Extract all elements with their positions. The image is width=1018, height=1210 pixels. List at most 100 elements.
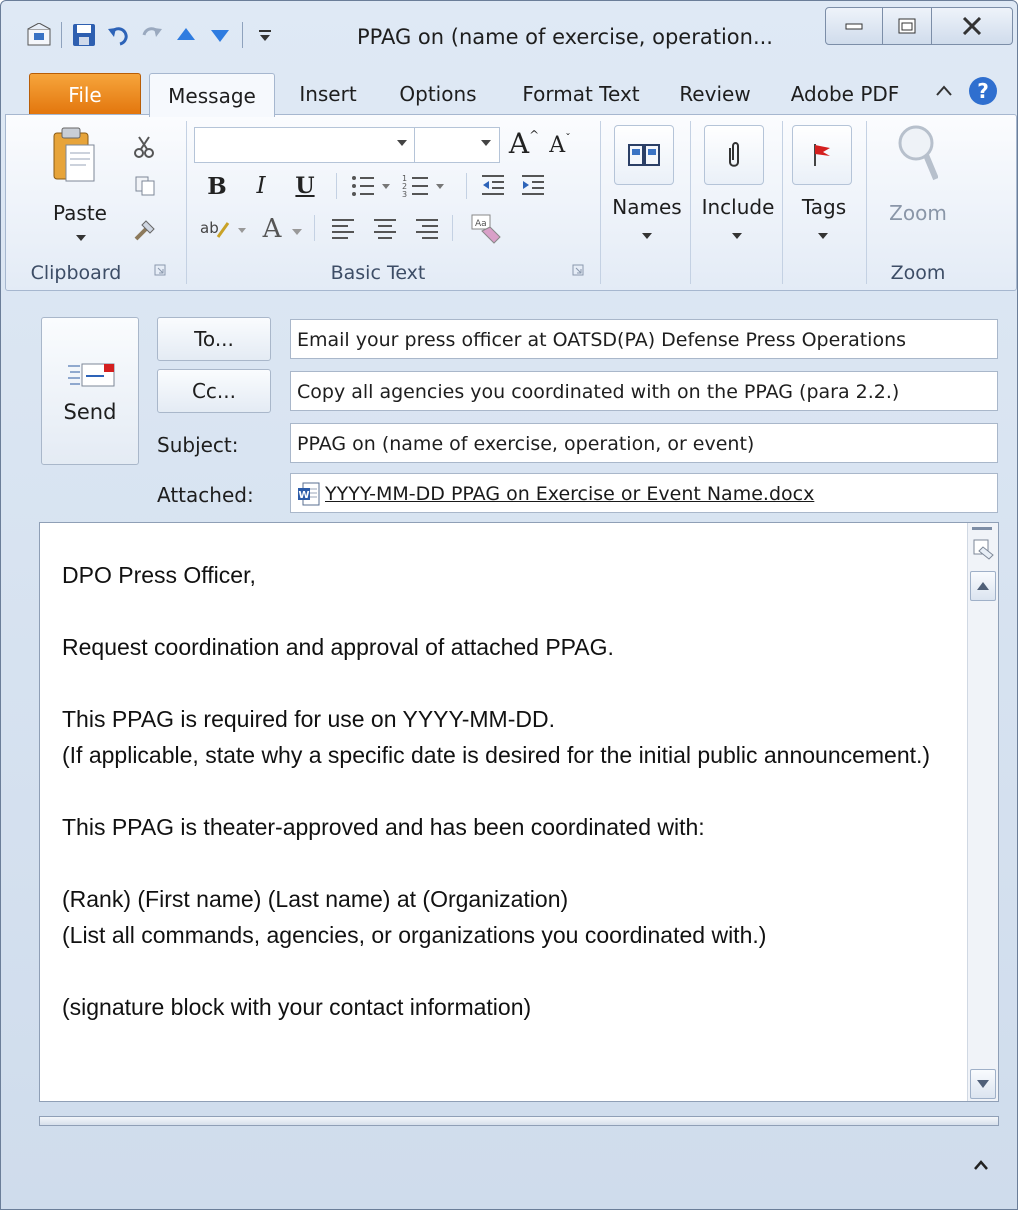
flag-icon — [814, 144, 830, 166]
copy-icon[interactable] — [134, 175, 156, 201]
zoom-label: Zoom — [889, 201, 947, 225]
include-dropdown-icon[interactable] — [732, 233, 742, 239]
font-name-combo[interactable] — [194, 127, 416, 163]
attached-label: Attached: — [157, 483, 254, 507]
include-group: Include — [692, 115, 784, 290]
chevron-down-icon — [977, 1080, 989, 1088]
tab-format-text[interactable]: Format Text — [507, 73, 655, 115]
outlook-app-icon[interactable] — [25, 21, 53, 49]
svg-text:3: 3 — [402, 190, 407, 199]
align-center-icon[interactable] — [372, 217, 398, 245]
font-size-combo[interactable] — [414, 127, 500, 163]
body-greeting: DPO Press Officer, — [62, 562, 256, 588]
subject-field[interactable]: PPAG on (name of exercise, operation, or… — [290, 423, 998, 463]
zoom-icon[interactable] — [896, 123, 939, 187]
include-label: Include — [701, 195, 775, 219]
chevron-up-icon — [977, 582, 989, 590]
clipboard-launcher-icon[interactable] — [154, 261, 166, 280]
highlight-icon[interactable]: ab — [200, 215, 250, 247]
tab-adobe-pdf[interactable]: Adobe PDF — [777, 73, 913, 115]
format-painter-icon[interactable] — [132, 217, 158, 247]
shrink-font-button[interactable]: Aˇ — [544, 129, 576, 161]
cc-button[interactable]: Cc... — [157, 369, 271, 413]
previous-item-icon[interactable] — [172, 21, 200, 49]
bold-button[interactable]: B — [202, 171, 232, 201]
maximize-button[interactable] — [882, 7, 932, 45]
basic-text-group-label: Basic Text — [330, 262, 426, 284]
svg-text:ab: ab — [200, 219, 219, 237]
customize-qat-icon[interactable] — [251, 21, 279, 49]
tags-label: Tags — [801, 195, 847, 219]
to-button[interactable]: To... — [157, 317, 271, 361]
to-field[interactable]: Email your press officer at OATSD(PA) De… — [290, 319, 998, 359]
basic-text-group: A ^ Aˇ B I U 123 ab A Aa Basic Text — [188, 115, 598, 290]
ribbon: Paste Clipboard A ^ Aˇ B I U 1 2 3 ab A … — [5, 114, 1017, 291]
address-book-icon — [628, 144, 660, 166]
basic-text-launcher-icon[interactable] — [572, 261, 584, 280]
next-item-icon[interactable] — [206, 21, 234, 49]
splitter-handle[interactable] — [972, 527, 992, 530]
paste-icon[interactable] — [52, 125, 96, 189]
body-paragraph: This PPAG is required for use on YYYY-MM… — [62, 706, 931, 768]
underline-button[interactable]: U — [290, 171, 320, 201]
attach-file-button[interactable] — [704, 125, 764, 185]
italic-button[interactable]: I — [246, 171, 276, 201]
tab-file[interactable]: File — [29, 73, 141, 116]
message-header: Send To... Cc... Subject: Attached: Emai… — [5, 291, 1015, 519]
people-pane-splitter[interactable] — [39, 1116, 999, 1126]
window-title: PPAG on (name of exercise, operation... — [357, 25, 773, 49]
cut-icon[interactable] — [132, 135, 156, 163]
ruler-toggle-icon[interactable] — [971, 537, 995, 565]
font-color-button[interactable]: A — [258, 213, 286, 245]
cc-field[interactable]: Copy all agencies you coordinated with o… — [290, 371, 998, 411]
body-paragraph: (signature block with your contact infor… — [62, 994, 532, 1020]
tab-message[interactable]: Message — [149, 73, 275, 117]
body-paragraph: Request coordination and approval of att… — [62, 634, 614, 660]
paperclip-icon — [729, 142, 739, 167]
minimize-button[interactable] — [825, 7, 883, 45]
help-icon[interactable]: ? — [967, 67, 999, 115]
send-button[interactable]: Send — [41, 317, 139, 465]
bullets-icon[interactable] — [350, 173, 392, 203]
numbering-icon[interactable]: 123 — [402, 173, 448, 203]
chevron-down-icon — [481, 140, 491, 146]
follow-up-button[interactable] — [792, 125, 852, 185]
font-color-dropdown-icon[interactable] — [292, 229, 302, 235]
grow-font-button[interactable]: A ^ — [508, 125, 540, 161]
message-body[interactable]: DPO Press Officer, Request coordination … — [39, 522, 999, 1102]
names-dropdown-icon[interactable] — [642, 233, 652, 239]
vertical-scrollbar[interactable] — [967, 523, 998, 1101]
svg-text:W: W — [298, 490, 309, 501]
tags-dropdown-icon[interactable] — [818, 233, 828, 239]
attachments-field[interactable]: W YYYY-MM-DD PPAG on Exercise or Event N… — [290, 473, 998, 513]
address-book-button[interactable] — [614, 125, 674, 185]
close-button[interactable] — [931, 7, 1013, 45]
clipboard-group: Paste Clipboard — [6, 115, 184, 290]
paste-dropdown-icon[interactable] — [76, 235, 86, 241]
clear-formatting-icon[interactable]: Aa — [468, 213, 502, 249]
body-paragraph: This PPAG is theater-approved and has be… — [62, 814, 705, 840]
decrease-indent-icon[interactable] — [480, 173, 506, 203]
attachment-link[interactable]: YYYY-MM-DD PPAG on Exercise or Event Nam… — [325, 474, 814, 512]
align-right-icon[interactable] — [414, 217, 440, 245]
tab-review[interactable]: Review — [667, 73, 763, 115]
ribbon-tabs: File Message Insert Options Format Text … — [1, 67, 1017, 117]
close-icon — [962, 17, 982, 35]
save-icon[interactable] — [70, 21, 98, 49]
increase-indent-icon[interactable] — [520, 173, 546, 203]
word-document-icon: W — [298, 482, 320, 506]
tab-options[interactable]: Options — [385, 73, 491, 115]
window-controls — [825, 7, 1013, 45]
tab-insert[interactable]: Insert — [285, 73, 371, 115]
zoom-group: Zoom Zoom — [868, 115, 1014, 290]
scroll-down-button[interactable] — [970, 1069, 996, 1099]
message-body-text[interactable]: DPO Press Officer, Request coordination … — [62, 557, 942, 1061]
undo-icon[interactable] — [104, 21, 132, 49]
redo-icon[interactable] — [138, 21, 166, 49]
expand-people-pane-icon[interactable] — [973, 1151, 989, 1175]
align-left-icon[interactable] — [330, 217, 356, 245]
scroll-up-button[interactable] — [970, 571, 996, 601]
maximize-icon — [898, 18, 916, 34]
minimize-ribbon-icon[interactable] — [935, 67, 953, 115]
subject-label: Subject: — [157, 433, 239, 457]
